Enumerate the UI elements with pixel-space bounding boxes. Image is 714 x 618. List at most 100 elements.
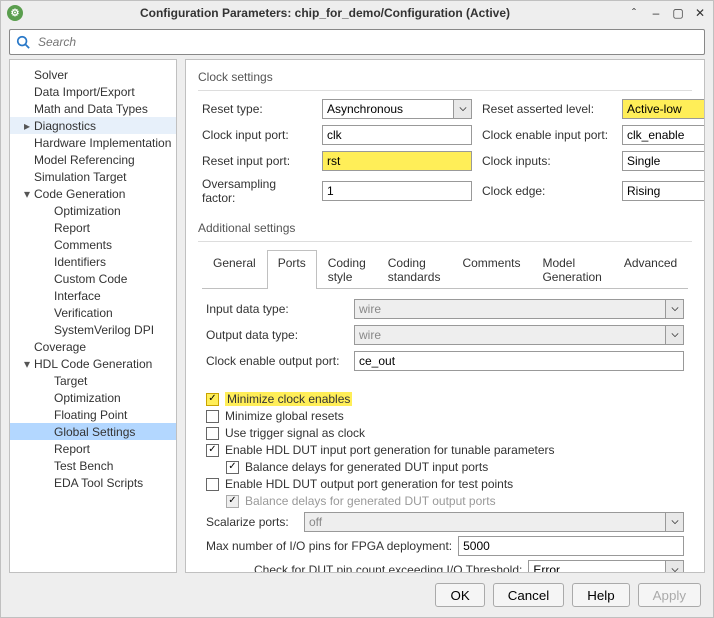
oversampling-field[interactable]	[322, 181, 472, 201]
dut-pin-check-value[interactable]	[528, 560, 666, 573]
tree-item-target[interactable]: Target	[10, 372, 176, 389]
tree-item-simulation-target[interactable]: Simulation Target	[10, 168, 176, 185]
tab-model-generation[interactable]: Model Generation	[531, 250, 612, 289]
tree-item-report[interactable]: Report	[10, 440, 176, 457]
tree-item-interface[interactable]: Interface	[10, 287, 176, 304]
minimize-icon[interactable]: –	[649, 6, 663, 20]
titlebar-controls: ˆ – ▢ ✕	[627, 6, 707, 20]
tree-item-label: Optimization	[54, 204, 121, 218]
content-pane: Clock settings Reset type: Reset asserte…	[185, 59, 705, 573]
tree-item-optimization[interactable]: Optimization	[10, 389, 176, 406]
search-input[interactable]	[36, 34, 698, 50]
tab-coding-standards[interactable]: Coding standards	[377, 250, 452, 289]
tree-item-floating-point[interactable]: Floating Point	[10, 406, 176, 423]
tab-coding-style[interactable]: Coding style	[317, 250, 377, 289]
enable-dut-output-label: Enable HDL DUT output port generation fo…	[225, 477, 513, 491]
search-wrap[interactable]	[9, 29, 705, 55]
tree-item-hdl-code-generation[interactable]: ▾HDL Code Generation	[10, 355, 176, 372]
dut-pin-check-select[interactable]	[528, 560, 684, 573]
enable-dut-output-row[interactable]: Enable HDL DUT output port generation fo…	[206, 477, 684, 491]
checkbox-icon[interactable]	[206, 393, 219, 406]
input-data-type-select[interactable]	[354, 299, 684, 319]
output-data-type-select[interactable]	[354, 325, 684, 345]
use-trigger-row[interactable]: Use trigger signal as clock	[206, 426, 684, 440]
caret-icon: ▸	[22, 119, 32, 133]
checkbox-icon[interactable]	[206, 478, 219, 491]
tree-item-custom-code[interactable]: Custom Code	[10, 270, 176, 287]
cancel-button[interactable]: Cancel	[493, 583, 565, 607]
tree-item-comments[interactable]: Comments	[10, 236, 176, 253]
dut-pin-check-row: Check for DUT pin count exceeding I/O Th…	[206, 560, 684, 573]
clock-enable-output-port-field[interactable]	[354, 351, 684, 371]
reset-input-port-field[interactable]	[322, 151, 472, 171]
tree-item-label: Identifiers	[54, 255, 106, 269]
roll-up-icon[interactable]: ˆ	[627, 6, 641, 20]
tree-item-optimization[interactable]: Optimization	[10, 202, 176, 219]
tab-comments[interactable]: Comments	[451, 250, 531, 289]
clock-edge-select[interactable]	[622, 181, 705, 201]
scalarize-row: Scalarize ports:	[206, 512, 684, 532]
tree-item-label: Floating Point	[54, 408, 127, 422]
help-button[interactable]: Help	[572, 583, 629, 607]
checkbox-icon[interactable]	[206, 444, 219, 457]
balance-output-row: Balance delays for generated DUT output …	[226, 494, 684, 508]
tree-item-eda-tool-scripts[interactable]: EDA Tool Scripts	[10, 474, 176, 491]
reset-asserted-value[interactable]	[622, 99, 705, 119]
reset-asserted-select[interactable]	[622, 99, 705, 119]
tree-item-label: Hardware Implementation	[34, 136, 171, 150]
checkbox-icon[interactable]	[206, 410, 219, 423]
apply-button: Apply	[638, 583, 701, 607]
clock-enable-input-port-field[interactable]	[622, 125, 705, 145]
window-title: Configuration Parameters: chip_for_demo/…	[29, 6, 621, 20]
tree-item-verification[interactable]: Verification	[10, 304, 176, 321]
reset-type-select[interactable]	[322, 99, 472, 119]
minimize-clock-enables-row[interactable]: Minimize clock enables	[206, 392, 684, 406]
tree-item-solver[interactable]: Solver	[10, 66, 176, 83]
tree-item-global-settings[interactable]: Global Settings	[10, 423, 176, 440]
tree-item-label: Custom Code	[54, 272, 127, 286]
tree-item-label: Optimization	[54, 391, 121, 405]
clock-inputs-value[interactable]	[622, 151, 705, 171]
enable-dut-input-row[interactable]: Enable HDL DUT input port generation for…	[206, 443, 684, 457]
max-io-field[interactable]	[458, 536, 684, 556]
tree-item-systemverilog-dpi[interactable]: SystemVerilog DPI	[10, 321, 176, 338]
tree-item-code-generation[interactable]: ▾Code Generation	[10, 185, 176, 202]
chevron-down-icon[interactable]	[666, 299, 684, 319]
tab-general[interactable]: General	[202, 250, 267, 289]
enable-dut-input-label: Enable HDL DUT input port generation for…	[225, 443, 555, 457]
nav-tree[interactable]: Solver Data Import/ExportMath and Data Ty…	[9, 59, 177, 573]
chevron-down-icon[interactable]	[454, 99, 472, 119]
chevron-down-icon[interactable]	[666, 560, 684, 573]
tree-item-label: Diagnostics	[34, 119, 96, 133]
minimize-global-resets-row[interactable]: Minimize global resets	[206, 409, 684, 423]
balance-input-row[interactable]: Balance delays for generated DUT input p…	[226, 460, 684, 474]
reset-type-value[interactable]	[322, 99, 454, 119]
close-icon[interactable]: ✕	[693, 6, 707, 20]
tree-item-coverage[interactable]: Coverage	[10, 338, 176, 355]
checkbox-icon	[226, 495, 239, 508]
tree-item-data-import-export[interactable]: Data Import/Export	[10, 83, 176, 100]
app-icon: ⚙	[7, 5, 23, 21]
tree-item-model-referencing[interactable]: Model Referencing	[10, 151, 176, 168]
chevron-down-icon[interactable]	[666, 325, 684, 345]
caret-icon: ▾	[22, 357, 32, 371]
clock-inputs-select[interactable]	[622, 151, 705, 171]
chevron-down-icon[interactable]	[666, 512, 684, 532]
tab-ports[interactable]: Ports	[267, 250, 317, 289]
clock-edge-value[interactable]	[622, 181, 705, 201]
tree-item-test-bench[interactable]: Test Bench	[10, 457, 176, 474]
maximize-icon[interactable]: ▢	[671, 6, 685, 20]
tree-item-hardware-implementation[interactable]: Hardware Implementation	[10, 134, 176, 151]
scalarize-select[interactable]	[304, 512, 684, 532]
clock-input-port-field[interactable]	[322, 125, 472, 145]
checkbox-icon[interactable]	[226, 461, 239, 474]
tab-advanced[interactable]: Advanced	[613, 250, 688, 289]
tree-item-diagnostics[interactable]: ▸Diagnostics	[10, 117, 176, 134]
tree-item-report[interactable]: Report	[10, 219, 176, 236]
checkbox-icon[interactable]	[206, 427, 219, 440]
max-io-row: Max number of I/O pins for FPGA deployme…	[206, 536, 684, 556]
ok-button[interactable]: OK	[435, 583, 484, 607]
tree-item-label: Data Import/Export	[34, 85, 135, 99]
tree-item-identifiers[interactable]: Identifiers	[10, 253, 176, 270]
tree-item-math-and-data-types[interactable]: Math and Data Types	[10, 100, 176, 117]
